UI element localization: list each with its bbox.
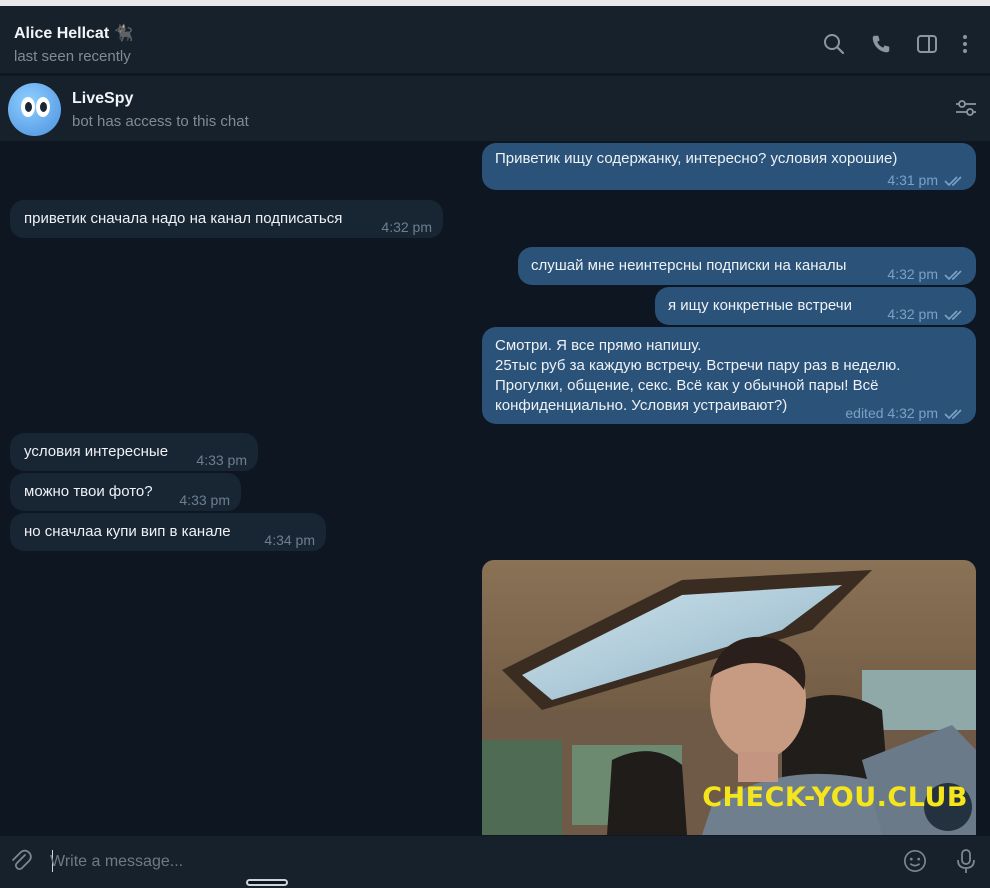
contact-name[interactable]: Alice Hellcat 🐈‍⬛ bbox=[14, 23, 134, 43]
message-list[interactable]: Приветик ищу содержанку, интересно? усло… bbox=[0, 141, 990, 835]
bot-avatar-eye-right bbox=[36, 97, 50, 117]
message-meta: edited 4:32 pm bbox=[845, 403, 966, 423]
message-time: 4:33 pm bbox=[179, 492, 230, 508]
cat-emoji: 🐈‍⬛ bbox=[113, 25, 134, 42]
message-outgoing[interactable]: я ищу конкретные встречи 4:32 pm bbox=[655, 287, 976, 325]
message-text: условия интересные bbox=[24, 443, 169, 460]
sidebar-toggle-icon[interactable] bbox=[915, 32, 939, 56]
message-outgoing[interactable]: слушай мне неинтерсны подписки на каналы… bbox=[518, 247, 976, 285]
message-time: 4:32 pm bbox=[887, 306, 938, 322]
bot-subtitle: bot has access to this chat bbox=[72, 113, 249, 130]
contact-status: last seen recently bbox=[14, 48, 131, 65]
message-time: 4:32 pm bbox=[381, 219, 432, 235]
double-check-icon bbox=[944, 310, 962, 321]
message-text: но сначлаа купи вип в канале bbox=[24, 523, 231, 540]
sliders-icon[interactable] bbox=[954, 96, 978, 120]
message-incoming[interactable]: но сначлаа купи вип в канале 4:34 pm bbox=[10, 513, 326, 551]
message-time: 4:34 pm bbox=[264, 532, 315, 548]
message-meta: 4:32 pm bbox=[887, 264, 966, 284]
contact-name-text: Alice Hellcat bbox=[14, 25, 110, 42]
double-check-icon bbox=[944, 176, 962, 187]
message-meta: 4:32 pm bbox=[887, 304, 966, 324]
message-composer bbox=[0, 835, 990, 888]
bot-name: LiveSpy bbox=[72, 90, 134, 107]
double-check-icon bbox=[944, 409, 962, 420]
message-meta: 4:31 pm bbox=[887, 170, 966, 190]
message-time: 4:31 pm bbox=[887, 172, 938, 188]
home-indicator bbox=[246, 879, 288, 886]
message-text: можно твои фото? bbox=[24, 483, 153, 500]
message-time: edited 4:32 pm bbox=[845, 405, 938, 421]
double-check-icon bbox=[944, 270, 962, 281]
message-text: слушай мне неинтерсны подписки на каналы bbox=[531, 257, 847, 274]
attach-icon[interactable] bbox=[9, 849, 33, 873]
search-icon[interactable] bbox=[822, 32, 846, 56]
message-text: Приветик ищу содержанку, интересно? усло… bbox=[495, 150, 898, 167]
bot-avatar bbox=[8, 83, 61, 136]
message-incoming[interactable]: условия интересные 4:33 pm bbox=[10, 433, 258, 471]
bot-avatar-eye-left bbox=[21, 97, 35, 117]
emoji-icon[interactable] bbox=[903, 849, 927, 873]
message-text: я ищу конкретные встречи bbox=[668, 297, 852, 314]
more-vertical-icon[interactable] bbox=[953, 32, 977, 56]
message-outgoing[interactable]: Смотри. Я все прямо напишу. 25тыс руб за… bbox=[482, 327, 976, 424]
message-outgoing[interactable]: Приветик ищу содержанку, интересно? усло… bbox=[482, 143, 976, 190]
microphone-icon[interactable] bbox=[954, 849, 978, 873]
message-text: приветик сначала надо на канал подписать… bbox=[24, 210, 343, 227]
message-time: 4:32 pm bbox=[887, 266, 938, 282]
message-incoming[interactable]: можно твои фото? 4:33 pm bbox=[10, 473, 241, 511]
message-time: 4:33 pm bbox=[196, 452, 247, 468]
chat-header: Alice Hellcat 🐈‍⬛ last seen recently bbox=[0, 6, 990, 74]
message-text: Смотри. Я все прямо напишу. 25тыс руб за… bbox=[495, 337, 901, 414]
photo-watermark: CHECK-YOU.CLUB bbox=[702, 782, 968, 813]
phone-icon[interactable] bbox=[869, 32, 893, 56]
photo-message[interactable]: CHECK-YOU.CLUB bbox=[482, 560, 976, 835]
bot-access-bar[interactable]: LiveSpy bot has access to this chat bbox=[0, 75, 990, 141]
message-incoming[interactable]: приветик сначала надо на канал подписать… bbox=[10, 200, 443, 238]
message-input[interactable] bbox=[50, 848, 870, 876]
